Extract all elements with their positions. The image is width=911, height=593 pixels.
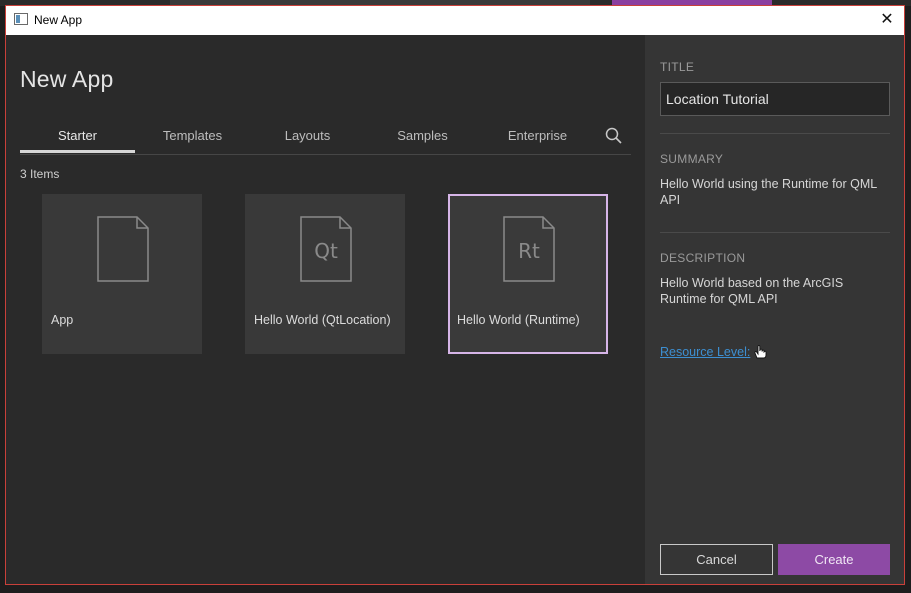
tab-samples[interactable]: Samples: [365, 124, 480, 152]
close-button[interactable]: ✕: [876, 9, 898, 31]
search-icon[interactable]: [604, 126, 624, 146]
create-button[interactable]: Create: [778, 544, 890, 575]
tab-bar: Starter Templates Layouts Samples Enterp…: [20, 124, 631, 155]
title-input[interactable]: [660, 82, 890, 116]
card-glyph: Rt: [518, 239, 540, 263]
title-bar: New App ✕: [6, 6, 904, 35]
cancel-button[interactable]: Cancel: [660, 544, 773, 575]
left-pane: New App Starter Templates Layouts Sample…: [6, 35, 645, 584]
divider: [660, 232, 890, 233]
resource-level-link[interactable]: Resource Level:: [660, 345, 750, 359]
qt-document-icon: Qt: [300, 216, 352, 282]
template-card-app[interactable]: App: [42, 194, 202, 354]
details-pane: TITLE SUMMARY Hello World using the Runt…: [645, 35, 904, 584]
description-label: DESCRIPTION: [660, 251, 746, 265]
tab-layouts[interactable]: Layouts: [250, 124, 365, 152]
template-card-runtime[interactable]: Rt Hello World (Runtime): [448, 194, 608, 354]
tab-enterprise[interactable]: Enterprise: [480, 124, 595, 152]
app-window-icon: [14, 13, 28, 25]
title-label: TITLE: [660, 60, 695, 74]
summary-text: Hello World using the Runtime for QML AP…: [660, 177, 877, 207]
summary-label: SUMMARY: [660, 152, 724, 166]
divider: [660, 133, 890, 134]
document-icon: [97, 216, 149, 282]
rt-document-icon: Rt: [503, 216, 555, 282]
hand-pointer-icon: [754, 345, 767, 359]
page-title: New App: [20, 66, 114, 92]
item-count: 3 Items: [20, 167, 60, 181]
card-label: Hello World (Runtime): [457, 313, 580, 327]
tab-starter[interactable]: Starter: [20, 124, 135, 153]
new-app-dialog: New App ✕ New App Starter Templates Layo…: [5, 5, 905, 585]
description-text: Hello World based on the ArcGIS Runtime …: [660, 276, 844, 306]
window-title: New App: [34, 13, 83, 27]
template-card-qtlocation[interactable]: Qt Hello World (QtLocation): [245, 194, 405, 354]
card-label: App: [51, 313, 74, 327]
tab-templates[interactable]: Templates: [135, 124, 250, 152]
card-glyph: Qt: [314, 239, 338, 263]
card-label: Hello World (QtLocation): [254, 313, 391, 327]
